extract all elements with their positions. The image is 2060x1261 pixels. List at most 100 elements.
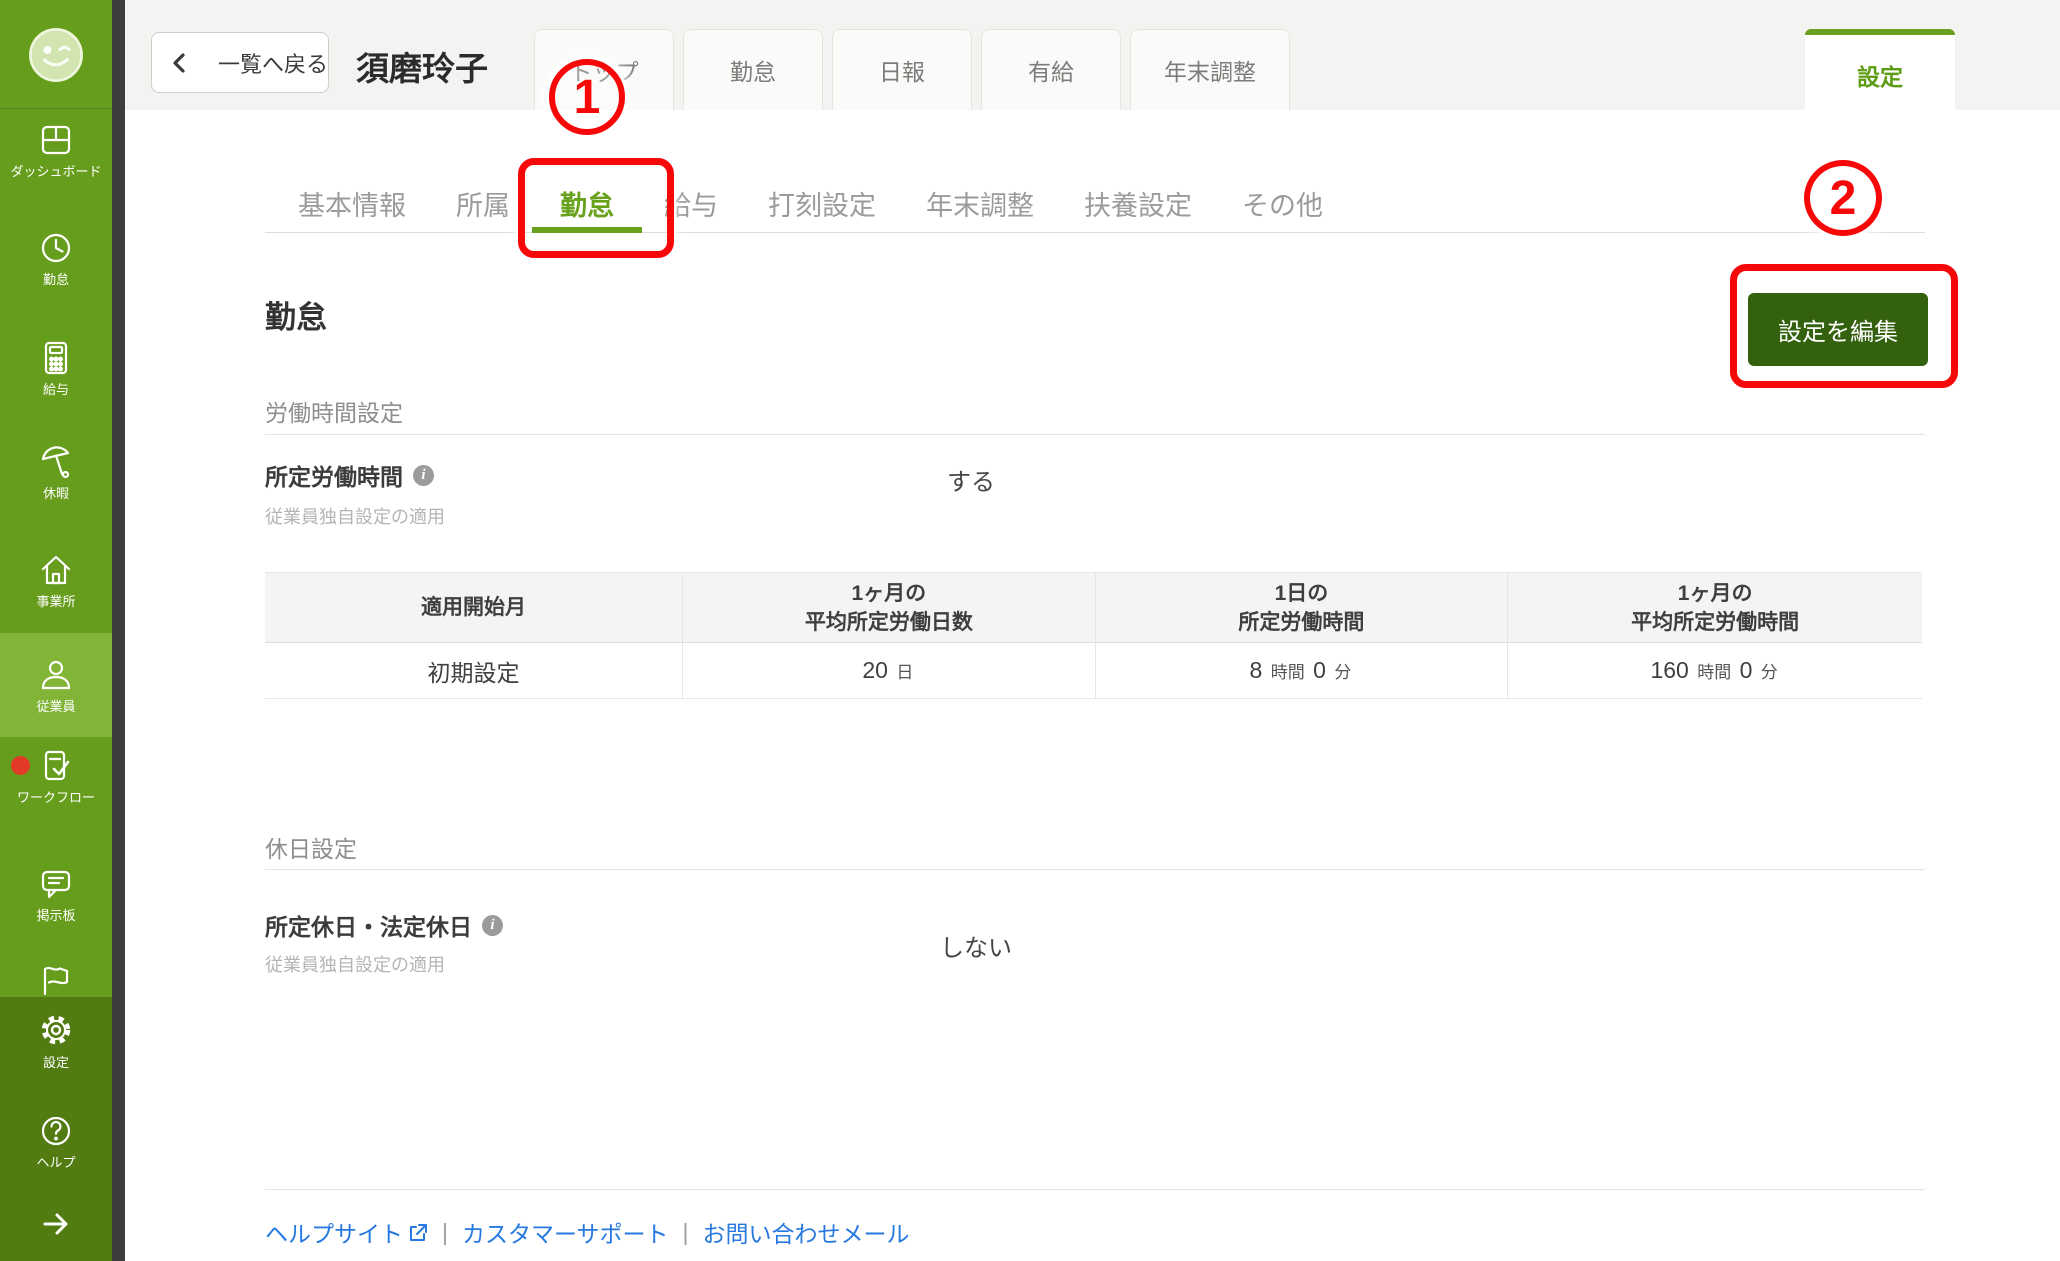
sidebar-bottom-panel: 設定 ヘルプ <box>0 997 112 1261</box>
sidebar-item-employees[interactable]: 従業員 <box>0 633 112 737</box>
tab-paid-leave[interactable]: 有給 <box>981 29 1121 110</box>
sidebar-item-label: ダッシュボード <box>0 163 112 180</box>
house-icon <box>38 552 74 588</box>
subtab-attendance-active[interactable]: 勤怠 <box>532 186 642 233</box>
sidebar-item-label: ヘルプ <box>0 1154 112 1171</box>
sidebar-item-label: 事業所 <box>0 593 112 610</box>
sidebar-divider <box>0 108 112 109</box>
info-icon[interactable]: i <box>482 915 503 936</box>
cell-start-month: 初期設定 <box>265 643 683 699</box>
link-separator: | <box>683 1219 689 1246</box>
field-sublabel: 従業員独自設定の適用 <box>265 951 445 977</box>
cell-monthly-days: 20 日 <box>683 643 1096 699</box>
help-icon <box>38 1113 74 1149</box>
tab-settings-active[interactable]: 設定 <box>1805 29 1955 115</box>
page-title: 勤怠 <box>265 292 327 337</box>
info-icon[interactable]: i <box>413 465 434 486</box>
sidebar-item-payroll[interactable]: 給与 <box>0 340 112 398</box>
tab-daily-report[interactable]: 日報 <box>832 29 972 110</box>
section-divider <box>265 869 1925 870</box>
field-label-text: 所定労働時間 <box>265 458 403 492</box>
sidebar-item-label: 給与 <box>0 381 112 398</box>
sidebar-item-flag[interactable] <box>0 962 112 998</box>
sidebar-item-help[interactable]: ヘルプ <box>0 1113 112 1171</box>
table-row: 初期設定 20 日 8 時間 0 分 160 時間 0 分 <box>265 643 1922 699</box>
tab-label: 設定 <box>1857 58 1903 92</box>
gear-icon <box>37 1011 75 1049</box>
subtab-bar: 基本情報 所属 勤怠 給与 打刻設定 年末調整 扶養設定 その他 <box>298 186 1323 233</box>
sidebar: ダッシュボード 勤怠 給与 休暇 事業所 <box>0 0 112 1261</box>
tab-label: 日報 <box>879 53 925 87</box>
field-value-apply: する <box>947 462 995 497</box>
field-value-apply: しない <box>940 928 1012 963</box>
help-site-link[interactable]: ヘルプサイト <box>265 1215 428 1249</box>
calculator-icon <box>38 340 74 376</box>
tab-label: トップ <box>570 53 639 87</box>
workflow-check-icon <box>38 748 74 784</box>
sidebar-collapse-button[interactable] <box>0 1207 112 1241</box>
tab-label: 年末調整 <box>1164 53 1256 87</box>
sidebar-item-settings[interactable]: 設定 <box>0 1011 112 1071</box>
sidebar-item-label: 掲示板 <box>0 907 112 924</box>
subtab-year-end[interactable]: 年末調整 <box>926 186 1034 233</box>
arrow-right-icon <box>39 1207 73 1241</box>
cell-monthly-hours: 160 時間 0 分 <box>1508 643 1922 699</box>
footer-divider <box>265 1189 1925 1190</box>
sidebar-item-label: ワークフロー <box>0 789 112 806</box>
field-label-prescribed-work-time: 所定労働時間 i <box>265 458 434 492</box>
col-header-monthly-hours: 1ヶ月の平均所定労働時間 <box>1508 573 1922 643</box>
tab-label: 有給 <box>1028 53 1074 87</box>
field-label-holidays: 所定休日・法定休日 i <box>265 908 503 942</box>
work-time-table: 適用開始月 1ヶ月の平均所定労働日数 1日の所定労働時間 1ヶ月の平均所定労働時… <box>265 572 1922 699</box>
sidebar-item-attendance[interactable]: 勤怠 <box>0 230 112 288</box>
link-label: お問い合わせメール <box>703 1215 910 1249</box>
section-heading-work-time: 労働時間設定 <box>265 394 403 428</box>
back-to-list-button[interactable]: 一覧へ戻る <box>151 32 329 93</box>
subtab-affiliation[interactable]: 所属 <box>456 186 510 233</box>
chat-bubble-icon <box>38 866 74 902</box>
sidebar-item-office[interactable]: 事業所 <box>0 552 112 610</box>
field-label-text: 所定休日・法定休日 <box>265 908 472 942</box>
col-header-start-month: 適用開始月 <box>265 573 683 643</box>
back-button-label: 一覧へ戻る <box>218 47 328 79</box>
edit-settings-button[interactable]: 設定を編集 <box>1748 293 1928 366</box>
section-heading-holiday: 休日設定 <box>265 830 357 864</box>
subtab-basic-info[interactable]: 基本情報 <box>298 186 406 233</box>
tab-label: 勤怠 <box>730 53 776 87</box>
tab-year-end[interactable]: 年末調整 <box>1130 29 1290 110</box>
chevron-left-icon <box>171 52 187 74</box>
employee-name: 須磨玲子 <box>356 42 488 90</box>
sidebar-edge-strip <box>112 0 125 1261</box>
clock-icon <box>38 230 74 266</box>
subtab-dependents[interactable]: 扶養設定 <box>1084 186 1192 233</box>
notification-badge <box>11 756 30 775</box>
link-label: ヘルプサイト <box>265 1215 403 1249</box>
col-header-monthly-days: 1ヶ月の平均所定労働日数 <box>683 573 1096 643</box>
subtab-time-clock[interactable]: 打刻設定 <box>768 186 876 233</box>
sidebar-item-label: 設定 <box>0 1054 112 1071</box>
col-header-daily-hours: 1日の所定労働時間 <box>1095 573 1508 643</box>
contact-mail-link[interactable]: お問い合わせメール <box>703 1215 910 1249</box>
tab-attendance[interactable]: 勤怠 <box>683 29 823 110</box>
customer-support-link[interactable]: カスタマーサポート <box>462 1215 669 1249</box>
link-separator: | <box>442 1219 448 1246</box>
person-icon <box>38 657 74 693</box>
tab-top[interactable]: トップ <box>534 29 674 110</box>
section-divider <box>265 434 1925 435</box>
dashboard-icon <box>38 122 74 158</box>
subtab-others[interactable]: その他 <box>1242 186 1323 233</box>
table-header-row: 適用開始月 1ヶ月の平均所定労働日数 1日の所定労働時間 1ヶ月の平均所定労働時… <box>265 573 1922 643</box>
sidebar-item-board[interactable]: 掲示板 <box>0 866 112 924</box>
link-label: カスタマーサポート <box>462 1215 669 1249</box>
sidebar-item-leave[interactable]: 休暇 <box>0 444 112 502</box>
sidebar-item-label: 勤怠 <box>0 271 112 288</box>
field-sublabel: 従業員独自設定の適用 <box>265 503 445 529</box>
external-link-icon <box>407 1222 428 1243</box>
footer-links: ヘルプサイト | カスタマーサポート | お問い合わせメール <box>265 1215 910 1249</box>
subtab-payroll[interactable]: 給与 <box>664 186 718 233</box>
sidebar-item-workflow[interactable]: ワークフロー <box>0 748 112 806</box>
cell-daily-hours: 8 時間 0 分 <box>1095 643 1508 699</box>
avatar[interactable] <box>0 26 112 84</box>
sidebar-item-label: 従業員 <box>0 698 112 715</box>
sidebar-item-dashboard[interactable]: ダッシュボード <box>0 122 112 180</box>
